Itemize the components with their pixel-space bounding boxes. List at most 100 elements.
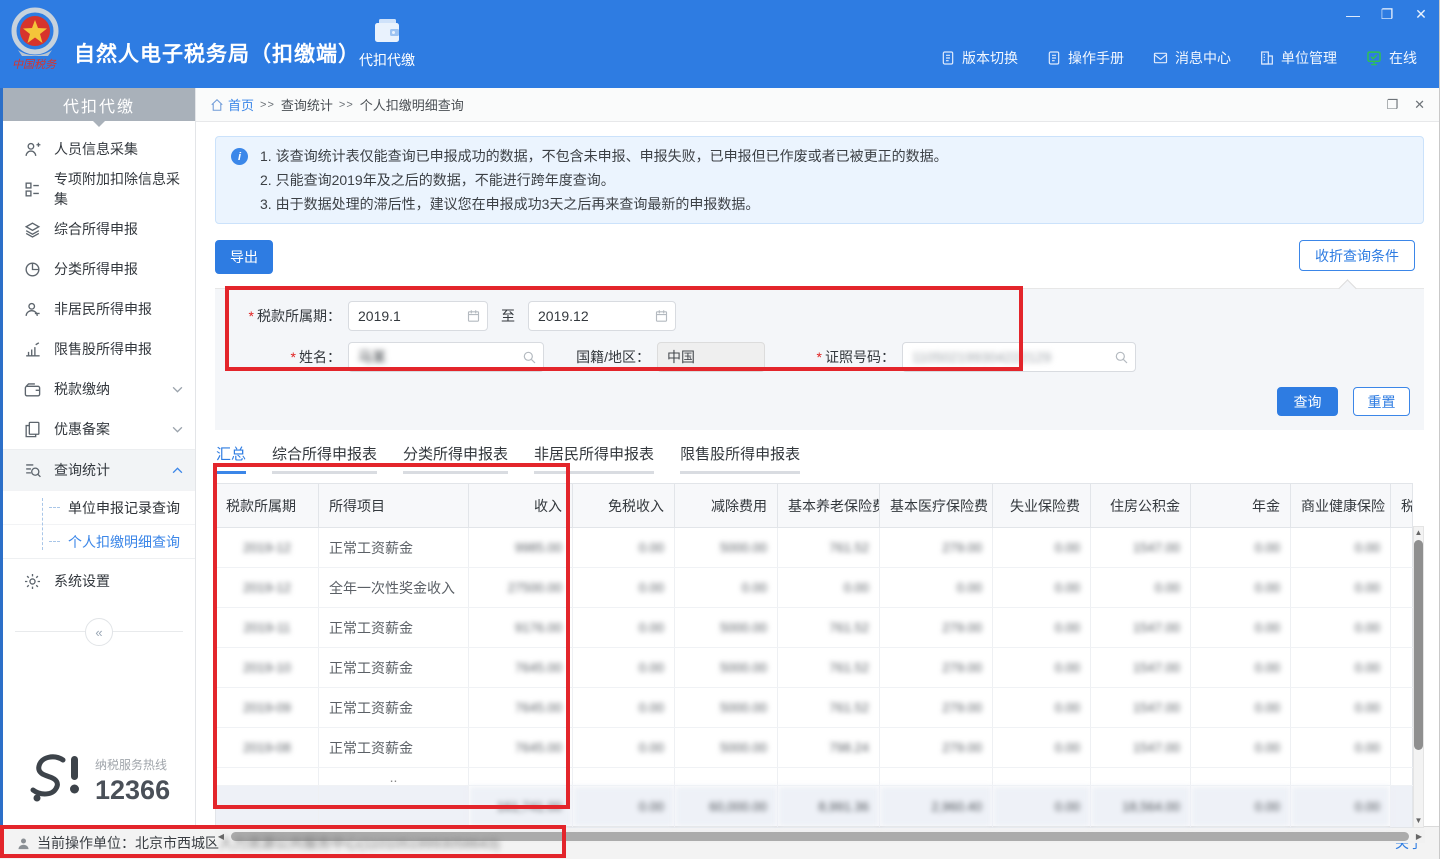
hotline-label: 纳税服务热线	[95, 756, 170, 773]
table-row[interactable]: 2019-10正常工资薪金7645.000.005000.00761.52279…	[216, 648, 1413, 688]
table-cell	[469, 768, 573, 786]
scroll-up-icon[interactable]: ▲	[1415, 527, 1423, 539]
table-cell: 0.00	[993, 648, 1091, 688]
menu-message-center[interactable]: 消息中心	[1152, 48, 1231, 68]
sidebar-item-personnel-info[interactable]: 人员信息采集	[3, 129, 195, 169]
tab-nonresident-income-return[interactable]: 非居民所得申报表	[534, 443, 654, 474]
breadcrumb-level1: 查询统计	[281, 95, 333, 114]
panel-close-icon[interactable]: ✕	[1414, 97, 1425, 113]
content-body: i 1. 该查询统计表仅能查询已申报成功的数据，不包含未申报、申报失败，已申报但…	[196, 122, 1439, 843]
column-header[interactable]: 税	[1391, 484, 1413, 528]
column-header[interactable]: 所得项目	[319, 484, 469, 528]
breadcrumb-bar: 首页 >> 查询统计 >> 个人扣缴明细查询 ❐ ✕	[196, 88, 1439, 122]
notice-line: 2. 只能查询2019年及之后的数据，不能进行跨年度查询。	[260, 168, 1407, 192]
column-header[interactable]: 收入	[469, 484, 573, 528]
column-header[interactable]: 住房公积金	[1091, 484, 1191, 528]
calendar-icon[interactable]	[654, 308, 669, 323]
close-icon[interactable]: ✕	[1413, 6, 1429, 23]
reset-button[interactable]: 重置	[1353, 387, 1410, 416]
tax-bureau-logo: 中国税务	[8, 6, 64, 72]
sidebar-item-preferential-filing[interactable]: 优惠备案	[3, 409, 195, 449]
collapse-query-conditions-button[interactable]: 收折查询条件	[1299, 240, 1415, 271]
column-header[interactable]: 减除费用	[675, 484, 778, 528]
column-header[interactable]: 基本医疗保险费	[880, 484, 993, 528]
column-header[interactable]: 免税收入	[573, 484, 675, 528]
sidebar-item-classified-income[interactable]: 分类所得申报	[3, 249, 195, 289]
tab-classified-income-return[interactable]: 分类所得申报表	[403, 443, 508, 474]
scroll-right-icon[interactable]: ▶	[1413, 832, 1425, 841]
table-row[interactable]: 2019-12正常工资薪金9985.000.005000.00761.52279…	[216, 528, 1413, 568]
vertical-scrollbar[interactable]: ▲ ▼	[1413, 526, 1424, 828]
column-header[interactable]: 税款所属期	[216, 484, 319, 528]
table-row[interactable]: 2019-11正常工资薪金9176.000.005000.00761.52279…	[216, 608, 1413, 648]
period-to-input[interactable]: 2019.12	[528, 301, 676, 331]
current-unit-blurred: 人力资源公共服务中心(11010519993058643)	[219, 833, 500, 853]
sidebar-item-label: 分类所得申报	[54, 259, 138, 279]
column-header[interactable]: 基本养老保险费	[778, 484, 880, 528]
name-input[interactable]: 马某	[348, 342, 544, 372]
table-cell: 2019-12	[216, 528, 319, 568]
sidebar-subitem-unit-declaration-query[interactable]: 单位申报记录查询	[3, 490, 195, 524]
vertical-scroll-thumb[interactable]	[1414, 540, 1423, 750]
column-header[interactable]: 年金	[1191, 484, 1291, 528]
column-header[interactable]: 失业保险费	[993, 484, 1091, 528]
cert-number-input[interactable]: 110502199304222129	[902, 342, 1136, 372]
table-row[interactable]: 2019-09正常工资薪金7645.000.005000.00761.52279…	[216, 688, 1413, 728]
sidebar-item-tax-payment[interactable]: 税款缴纳	[3, 369, 195, 409]
sidebar-item-restricted-shares[interactable]: 限售股所得申报	[3, 329, 195, 369]
table-cell: 0.00	[573, 728, 675, 768]
table-row[interactable]: 2019-12全年一次性奖金收入27500.000.000.000.000.00…	[216, 568, 1413, 608]
menu-manual[interactable]: 操作手册	[1046, 48, 1124, 68]
app-window: — ❐ ✕ 中国税务 自然人电子税务局（扣缴端）	[0, 0, 1440, 859]
table-cell: 1547.00	[1091, 648, 1191, 688]
menu-version-switch[interactable]: 版本切换	[940, 48, 1018, 68]
calendar-icon[interactable]	[466, 308, 481, 323]
table-cell: 0.00	[573, 688, 675, 728]
menu-online-status[interactable]: 在线	[1365, 48, 1417, 68]
panel-maximize-icon[interactable]: ❐	[1386, 97, 1398, 113]
table-cell: 279.00	[880, 648, 993, 688]
sidebar-item-system-settings[interactable]: 系统设置	[3, 559, 195, 603]
breadcrumb-home[interactable]: 首页	[210, 95, 254, 114]
name-value: 马某	[358, 347, 386, 367]
brand: 中国税务 自然人电子税务局（扣缴端）	[8, 6, 360, 72]
notice-box: i 1. 该查询统计表仅能查询已申报成功的数据，不包含未申报、申报失败，已申报但…	[215, 136, 1424, 224]
table-cell: 279.00	[880, 688, 993, 728]
gear-icon	[23, 572, 42, 591]
nationality-field: 中国	[657, 342, 765, 372]
menu-label: 操作手册	[1068, 48, 1124, 68]
table-cell	[1391, 528, 1413, 568]
export-button[interactable]: 导出	[215, 240, 273, 274]
sidebar-item-query-statistics[interactable]: 查询统计	[3, 449, 195, 490]
search-icon[interactable]	[521, 349, 537, 365]
sidebar: 代扣代缴 人员信息采集 专项附加扣除信息采集 综合所得申报 分类所得申报	[3, 88, 196, 826]
tab-restricted-shares-return[interactable]: 限售股所得申报表	[680, 443, 800, 474]
building-icon	[1259, 50, 1275, 66]
column-header[interactable]: 商业健康保险	[1291, 484, 1391, 528]
query-button[interactable]: 查询	[1277, 387, 1338, 416]
table-cell: 正常工资薪金	[319, 728, 469, 768]
tab-summary[interactable]: 汇总	[216, 443, 246, 474]
table-row[interactable]: 2019-08正常工资薪金7645.000.005000.00798.24279…	[216, 728, 1413, 768]
sidebar-subitem-personal-withholding-query[interactable]: 个人扣缴明细查询	[3, 524, 195, 558]
search-icon[interactable]	[1113, 349, 1129, 365]
bar-chart-icon	[23, 340, 42, 359]
menu-unit-management[interactable]: 单位管理	[1259, 48, 1337, 68]
tab-comprehensive-income-return[interactable]: 综合所得申报表	[272, 443, 377, 474]
period-to-value: 2019.12	[538, 308, 589, 324]
table-cell: 5000.00	[675, 728, 778, 768]
sidebar-item-special-deduction[interactable]: 专项附加扣除信息采集	[3, 169, 195, 209]
minimize-icon[interactable]: —	[1345, 7, 1361, 23]
sidebar-item-comprehensive-income[interactable]: 综合所得申报	[3, 209, 195, 249]
chevron-down-icon	[172, 426, 183, 433]
table-cell	[1391, 568, 1413, 608]
table-cell	[216, 768, 319, 786]
chevron-down-icon	[172, 386, 183, 393]
period-from-input[interactable]: 2019.1	[348, 301, 488, 331]
sidebar-item-nonresident-income[interactable]: 非居民所得申报	[3, 289, 195, 329]
restore-icon[interactable]: ❐	[1379, 6, 1395, 23]
tab-withholding[interactable]: 代扣代缴	[352, 16, 422, 70]
table-cell: 0.00	[1191, 728, 1291, 768]
scroll-down-icon[interactable]: ▼	[1415, 815, 1423, 827]
sidebar-collapse-button[interactable]: «	[85, 618, 113, 646]
